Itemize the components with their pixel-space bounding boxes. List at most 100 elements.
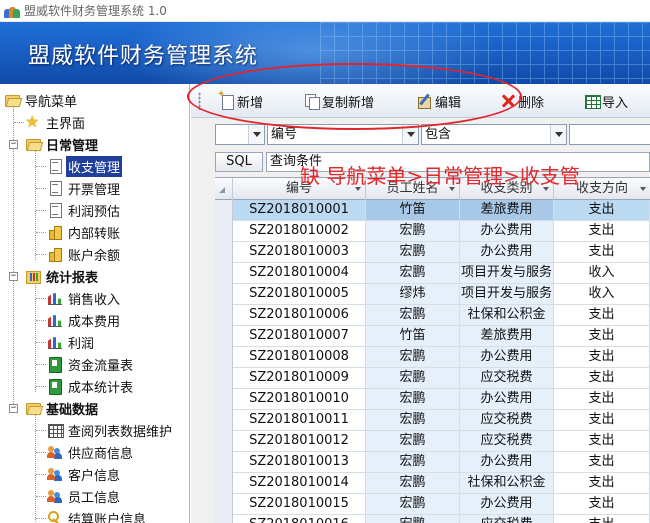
sql-button[interactable]: SQL <box>215 152 263 172</box>
table-cell[interactable]: 支出 <box>554 347 650 368</box>
new-button[interactable]: 新增 <box>217 89 263 112</box>
table-cell[interactable]: SZ2018010011 <box>233 410 366 431</box>
table-row[interactable]: SZ2018010009 宏鹏 应交税费 支出 <box>215 368 650 389</box>
chevron-down-icon[interactable] <box>248 125 264 144</box>
table-cell[interactable]: 项目开发与服务 <box>460 284 554 305</box>
tree-group-statistics-reports[interactable]: 统计报表 <box>25 265 100 287</box>
table-cell[interactable]: SZ2018010015 <box>233 494 366 515</box>
table-cell[interactable]: 支出 <box>554 431 650 452</box>
table-cell[interactable]: SZ2018010002 <box>233 221 366 242</box>
chevron-down-icon[interactable] <box>402 125 418 144</box>
table-cell[interactable]: 支出 <box>554 242 650 263</box>
table-cell[interactable]: SZ2018010007 <box>233 326 366 347</box>
table-cell[interactable]: SZ2018010010 <box>233 389 366 410</box>
table-cell[interactable]: 支出 <box>554 389 650 410</box>
table-cell[interactable]: 社保和公积金 <box>460 305 554 326</box>
table-row[interactable]: SZ2018010008 宏鹏 办公费用 支出 <box>215 347 650 368</box>
table-row[interactable]: SZ2018010010 宏鹏 办公费用 支出 <box>215 389 650 410</box>
table-cell[interactable]: 宏鹏 <box>366 389 460 410</box>
filter-operator-select[interactable]: 包含 <box>421 124 567 145</box>
tree-item-income-expense[interactable]: 收支管理 <box>47 155 123 177</box>
tree-item-profit-forecast[interactable]: 利润预估 <box>47 199 122 221</box>
table-row[interactable]: SZ2018010015 宏鹏 办公费用 支出 <box>215 494 650 515</box>
table-cell[interactable]: 支出 <box>554 200 650 221</box>
table-cell[interactable]: 差旅费用 <box>460 200 554 221</box>
table-row[interactable]: SZ2018010002 宏鹏 办公费用 支出 <box>215 221 650 242</box>
table-cell[interactable]: 项目开发与服务 <box>460 263 554 284</box>
select-all-corner[interactable] <box>215 178 233 200</box>
table-row[interactable]: SZ2018010004 宏鹏 项目开发与服务 收入 <box>215 263 650 284</box>
table-cell[interactable]: SZ2018010009 <box>233 368 366 389</box>
table-cell[interactable]: 支出 <box>554 494 650 515</box>
table-cell[interactable]: 支出 <box>554 473 650 494</box>
table-cell[interactable]: 宏鹏 <box>366 452 460 473</box>
tree-item-lookup-list-maintenance[interactable]: 查阅列表数据维护 <box>47 419 174 441</box>
table-cell[interactable]: 收入 <box>554 263 650 284</box>
collapse-toggle-daily[interactable]: − <box>9 140 18 149</box>
tree-item-cost-expense[interactable]: 成本费用 <box>47 309 122 331</box>
table-cell[interactable]: 应交税费 <box>460 431 554 452</box>
tree-item-account-balance[interactable]: 账户余额 <box>47 243 122 265</box>
table-cell[interactable]: SZ2018010008 <box>233 347 366 368</box>
table-cell[interactable]: 支出 <box>554 326 650 347</box>
tree-item-sales-income[interactable]: 销售收入 <box>47 287 122 309</box>
table-cell[interactable]: 应交税费 <box>460 515 554 523</box>
tree-group-daily-management[interactable]: 日常管理 <box>25 133 100 155</box>
table-row[interactable]: SZ2018010012 宏鹏 应交税费 支出 <box>215 431 650 452</box>
table-cell[interactable]: SZ2018010016 <box>233 515 366 523</box>
table-cell[interactable]: 办公费用 <box>460 242 554 263</box>
import-button[interactable]: 导入 <box>584 90 628 112</box>
table-cell[interactable]: 宏鹏 <box>366 515 460 523</box>
tree-item-internal-transfer[interactable]: 内部转账 <box>47 221 122 243</box>
copy-new-button[interactable]: 复制新增 <box>304 90 374 112</box>
table-cell[interactable]: 支出 <box>554 368 650 389</box>
table-cell[interactable]: SZ2018010001 <box>233 200 366 221</box>
table-cell[interactable]: 宏鹏 <box>366 242 460 263</box>
table-cell[interactable]: 宏鹏 <box>366 263 460 284</box>
table-cell[interactable]: 支出 <box>554 410 650 431</box>
table-cell[interactable]: 缪炜 <box>366 284 460 305</box>
table-cell[interactable]: 宏鹏 <box>366 494 460 515</box>
tree-item-home[interactable]: 主界面 <box>25 111 87 133</box>
table-row[interactable]: SZ2018010006 宏鹏 社保和公积金 支出 <box>215 305 650 326</box>
table-cell[interactable]: 宏鹏 <box>366 221 460 242</box>
table-cell[interactable]: 支出 <box>554 452 650 473</box>
table-cell[interactable]: 社保和公积金 <box>460 473 554 494</box>
filter-value-input[interactable] <box>569 124 650 145</box>
tree-item-employee-info[interactable]: 员工信息 <box>47 485 122 507</box>
tree-item-supplier-info[interactable]: 供应商信息 <box>47 441 135 463</box>
tree-item-profit[interactable]: 利润 <box>47 331 96 353</box>
delete-button[interactable]: 删除 <box>500 90 544 112</box>
table-cell[interactable]: 办公费用 <box>460 494 554 515</box>
table-cell[interactable]: 宏鹏 <box>366 347 460 368</box>
table-cell[interactable]: 宏鹏 <box>366 410 460 431</box>
tree-item-settlement-account-info[interactable]: 结算账户信息 <box>47 507 148 523</box>
table-row[interactable]: SZ2018010001 竹笛 差旅费用 支出 <box>215 200 650 221</box>
table-cell[interactable]: 办公费用 <box>460 389 554 410</box>
table-cell[interactable]: SZ2018010006 <box>233 305 366 326</box>
table-cell[interactable]: 办公费用 <box>460 452 554 473</box>
table-cell[interactable]: SZ2018010004 <box>233 263 366 284</box>
toolbar-grip[interactable] <box>198 92 201 110</box>
table-cell[interactable]: 支出 <box>554 515 650 523</box>
table-cell[interactable]: 竹笛 <box>366 326 460 347</box>
table-row[interactable]: SZ2018010005 缪炜 项目开发与服务 收入 <box>215 284 650 305</box>
table-cell[interactable]: 应交税费 <box>460 410 554 431</box>
table-row[interactable]: SZ2018010007 竹笛 差旅费用 支出 <box>215 326 650 347</box>
tree-root-navigation-menu[interactable]: 导航菜单 <box>4 89 79 111</box>
table-row[interactable]: SZ2018010013 宏鹏 办公费用 支出 <box>215 452 650 473</box>
table-cell[interactable]: 宏鹏 <box>366 431 460 452</box>
tree-item-cost-statistics[interactable]: 成本统计表 <box>47 375 135 397</box>
table-cell[interactable]: SZ2018010005 <box>233 284 366 305</box>
filter-logic-select[interactable] <box>215 124 265 145</box>
table-cell[interactable]: SZ2018010014 <box>233 473 366 494</box>
table-row[interactable]: SZ2018010003 宏鹏 办公费用 支出 <box>215 242 650 263</box>
table-row[interactable]: SZ2018010011 宏鹏 应交税费 支出 <box>215 410 650 431</box>
table-cell[interactable]: 收入 <box>554 284 650 305</box>
tree-item-invoice[interactable]: 开票管理 <box>47 177 122 199</box>
table-row[interactable]: SZ2018010016宏鹏应交税费支出 <box>215 515 650 523</box>
collapse-toggle-base-data[interactable]: − <box>9 404 18 413</box>
table-cell[interactable]: 支出 <box>554 305 650 326</box>
table-row[interactable]: SZ2018010014 宏鹏 社保和公积金 支出 <box>215 473 650 494</box>
table-cell[interactable]: 竹笛 <box>366 200 460 221</box>
